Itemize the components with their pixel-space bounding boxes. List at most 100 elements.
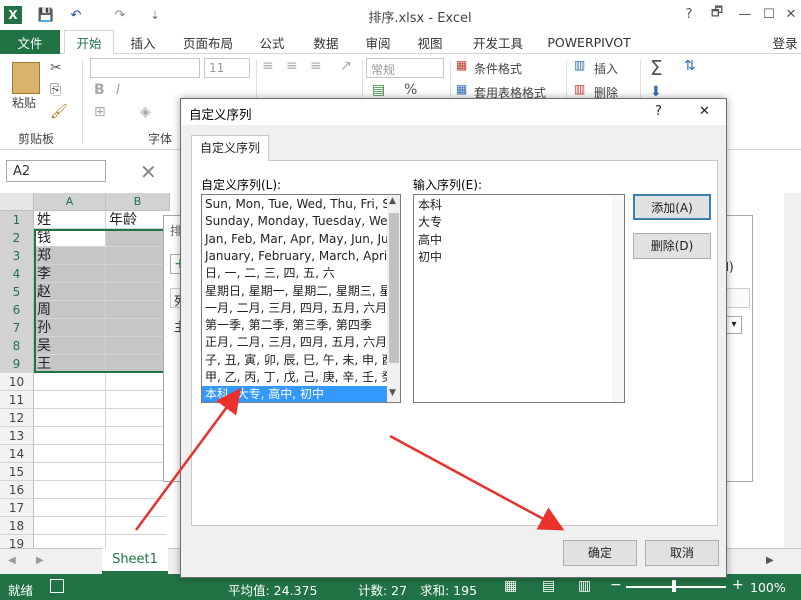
custom-list-item[interactable]: 星期日, 星期一, 星期二, 星期三, 星 — [202, 283, 387, 300]
custom-list-item[interactable]: 甲, 乙, 丙, 丁, 戊, 己, 庚, 辛, 壬, 癸 — [202, 369, 387, 386]
custom-list-item[interactable]: January, February, March, April, — [202, 248, 387, 265]
zoom-in-icon[interactable]: + — [732, 577, 744, 593]
column-header-a[interactable]: A — [34, 193, 106, 211]
cell-a[interactable]: 钱 — [34, 229, 106, 247]
column-header-b[interactable]: B — [106, 193, 170, 211]
cancel-formula-icon[interactable]: ✕ — [140, 160, 157, 184]
tab-insert[interactable]: 插入 — [124, 30, 162, 54]
cell-a[interactable]: 吴 — [34, 337, 106, 355]
cell-b[interactable] — [106, 265, 166, 283]
add-button[interactable]: 添加(A) — [633, 194, 711, 220]
custom-list-item[interactable]: Sun, Mon, Tue, Wed, Thu, Fri, S — [202, 196, 387, 213]
cell-a[interactable] — [34, 517, 106, 535]
sort-order-dropdown-icon[interactable]: ▾ — [726, 316, 742, 334]
row-header[interactable]: 2 — [0, 229, 34, 247]
close-button[interactable]: ✕ — [778, 4, 801, 24]
row-header[interactable]: 9 — [0, 355, 34, 373]
cell-b[interactable] — [106, 355, 166, 373]
vertical-scrollbar[interactable] — [784, 193, 801, 548]
cell-a[interactable]: 李 — [34, 265, 106, 283]
currency-icon[interactable]: ▤ — [372, 82, 385, 98]
row-header[interactable]: 6 — [0, 301, 34, 319]
conditional-format-icon[interactable]: ▦ — [456, 58, 467, 72]
orientation-icon[interactable]: ↗ — [340, 58, 352, 74]
ok-button[interactable]: 确定 — [563, 540, 637, 566]
zoom-slider[interactable] — [626, 586, 726, 588]
cell-b[interactable] — [106, 229, 166, 247]
cell-a[interactable]: 周 — [34, 301, 106, 319]
undo-icon[interactable]: ↶ — [66, 5, 86, 25]
delete-button[interactable]: 删除(D) — [633, 233, 711, 259]
tab-home[interactable]: 开始 — [64, 30, 114, 54]
align-top-icon[interactable]: ≡ — [262, 58, 274, 74]
delete-cells-icon[interactable]: ▥ — [574, 82, 585, 96]
align-bottom-icon[interactable]: ≡ — [310, 58, 322, 74]
tab-file[interactable]: 文件 — [0, 30, 60, 54]
bold-icon[interactable]: B — [94, 82, 105, 98]
cell-a[interactable] — [34, 463, 106, 481]
tab-formulas[interactable]: 公式 — [252, 30, 292, 54]
dialog-help-button[interactable]: ? — [655, 104, 662, 119]
login-link[interactable]: 登录 — [770, 30, 800, 54]
cell-b[interactable] — [106, 391, 166, 409]
cell-a[interactable] — [34, 409, 106, 427]
row-header[interactable]: 3 — [0, 247, 34, 265]
custom-list-item[interactable]: 子, 丑, 寅, 卯, 辰, 巳, 午, 未, 申, 酉 — [202, 352, 387, 369]
row-header[interactable]: 4 — [0, 265, 34, 283]
cell-b[interactable]: 年龄 — [106, 211, 166, 229]
custom-list-item[interactable]: Jan, Feb, Mar, Apr, May, Jun, Ju — [202, 231, 387, 248]
cell-b[interactable] — [106, 301, 166, 319]
cell-b[interactable] — [106, 463, 166, 481]
customize-qa-icon[interactable]: ⇣ — [145, 5, 165, 25]
cell-b[interactable] — [106, 373, 166, 391]
row-header[interactable]: 1 — [0, 211, 34, 229]
tab-review[interactable]: 审阅 — [358, 30, 398, 54]
font-size-combo[interactable]: 11 — [204, 58, 250, 78]
row-header[interactable]: 14 — [0, 445, 34, 463]
tab-view[interactable]: 视图 — [410, 30, 450, 54]
row-header[interactable]: 8 — [0, 337, 34, 355]
zoom-level[interactable]: 100% — [750, 580, 786, 595]
scroll-right-icon[interactable]: ▶ — [766, 555, 774, 566]
custom-list-item[interactable]: 第一季, 第二季, 第三季, 第四季 — [202, 317, 387, 334]
paste-button-label[interactable]: 粘贴 — [12, 94, 36, 111]
name-box[interactable]: A2 — [6, 160, 106, 182]
cell-b[interactable] — [106, 409, 166, 427]
row-header[interactable]: 12 — [0, 409, 34, 427]
cancel-button[interactable]: 取消 — [645, 540, 719, 566]
row-header[interactable]: 7 — [0, 319, 34, 337]
select-all-corner[interactable] — [0, 193, 34, 211]
cell-b[interactable] — [106, 517, 166, 535]
normal-view-icon[interactable]: ▦ — [504, 578, 517, 594]
cell-b[interactable] — [106, 427, 166, 445]
tab-custom-lists[interactable]: 自定义序列 — [191, 135, 269, 161]
insert-cells-icon[interactable]: ▥ — [574, 58, 585, 72]
listbox-scroll-thumb[interactable] — [389, 213, 399, 363]
zoom-slider-thumb[interactable] — [672, 580, 676, 592]
page-layout-view-icon[interactable]: ▤ — [542, 578, 555, 594]
dialog-close-button[interactable]: ✕ — [699, 104, 710, 119]
tab-powerpivot[interactable]: POWERPIVOT — [544, 30, 634, 54]
save-icon[interactable]: 💾 — [36, 5, 56, 25]
help-button[interactable]: ? — [676, 4, 702, 24]
row-header[interactable]: 13 — [0, 427, 34, 445]
copy-icon[interactable]: ⎘ — [50, 82, 61, 98]
cell-a[interactable]: 郑 — [34, 247, 106, 265]
row-header[interactable]: 18 — [0, 517, 34, 535]
cell-a[interactable] — [34, 373, 106, 391]
italic-icon[interactable]: I — [116, 82, 120, 98]
tab-developer[interactable]: 开发工具 — [466, 30, 530, 54]
cell-a[interactable]: 姓 — [34, 211, 106, 229]
page-break-view-icon[interactable]: ▥ — [578, 578, 591, 594]
custom-list-item[interactable]: Sunday, Monday, Tuesday, Wec — [202, 213, 387, 230]
scroll-down-icon[interactable]: ▼ — [389, 388, 396, 398]
custom-list-item[interactable]: 日, 一, 二, 三, 四, 五, 六 — [202, 265, 387, 282]
next-sheet-icon[interactable]: ▶ — [36, 555, 44, 566]
cell-a[interactable]: 王 — [34, 355, 106, 373]
prev-sheet-icon[interactable]: ◀ — [8, 555, 16, 566]
cell-a[interactable] — [34, 445, 106, 463]
entries-scrollbar[interactable] — [612, 195, 624, 402]
cell-a[interactable] — [34, 391, 106, 409]
autosum-icon[interactable]: Σ — [650, 56, 663, 80]
borders-icon[interactable]: ⊞ — [94, 104, 106, 120]
